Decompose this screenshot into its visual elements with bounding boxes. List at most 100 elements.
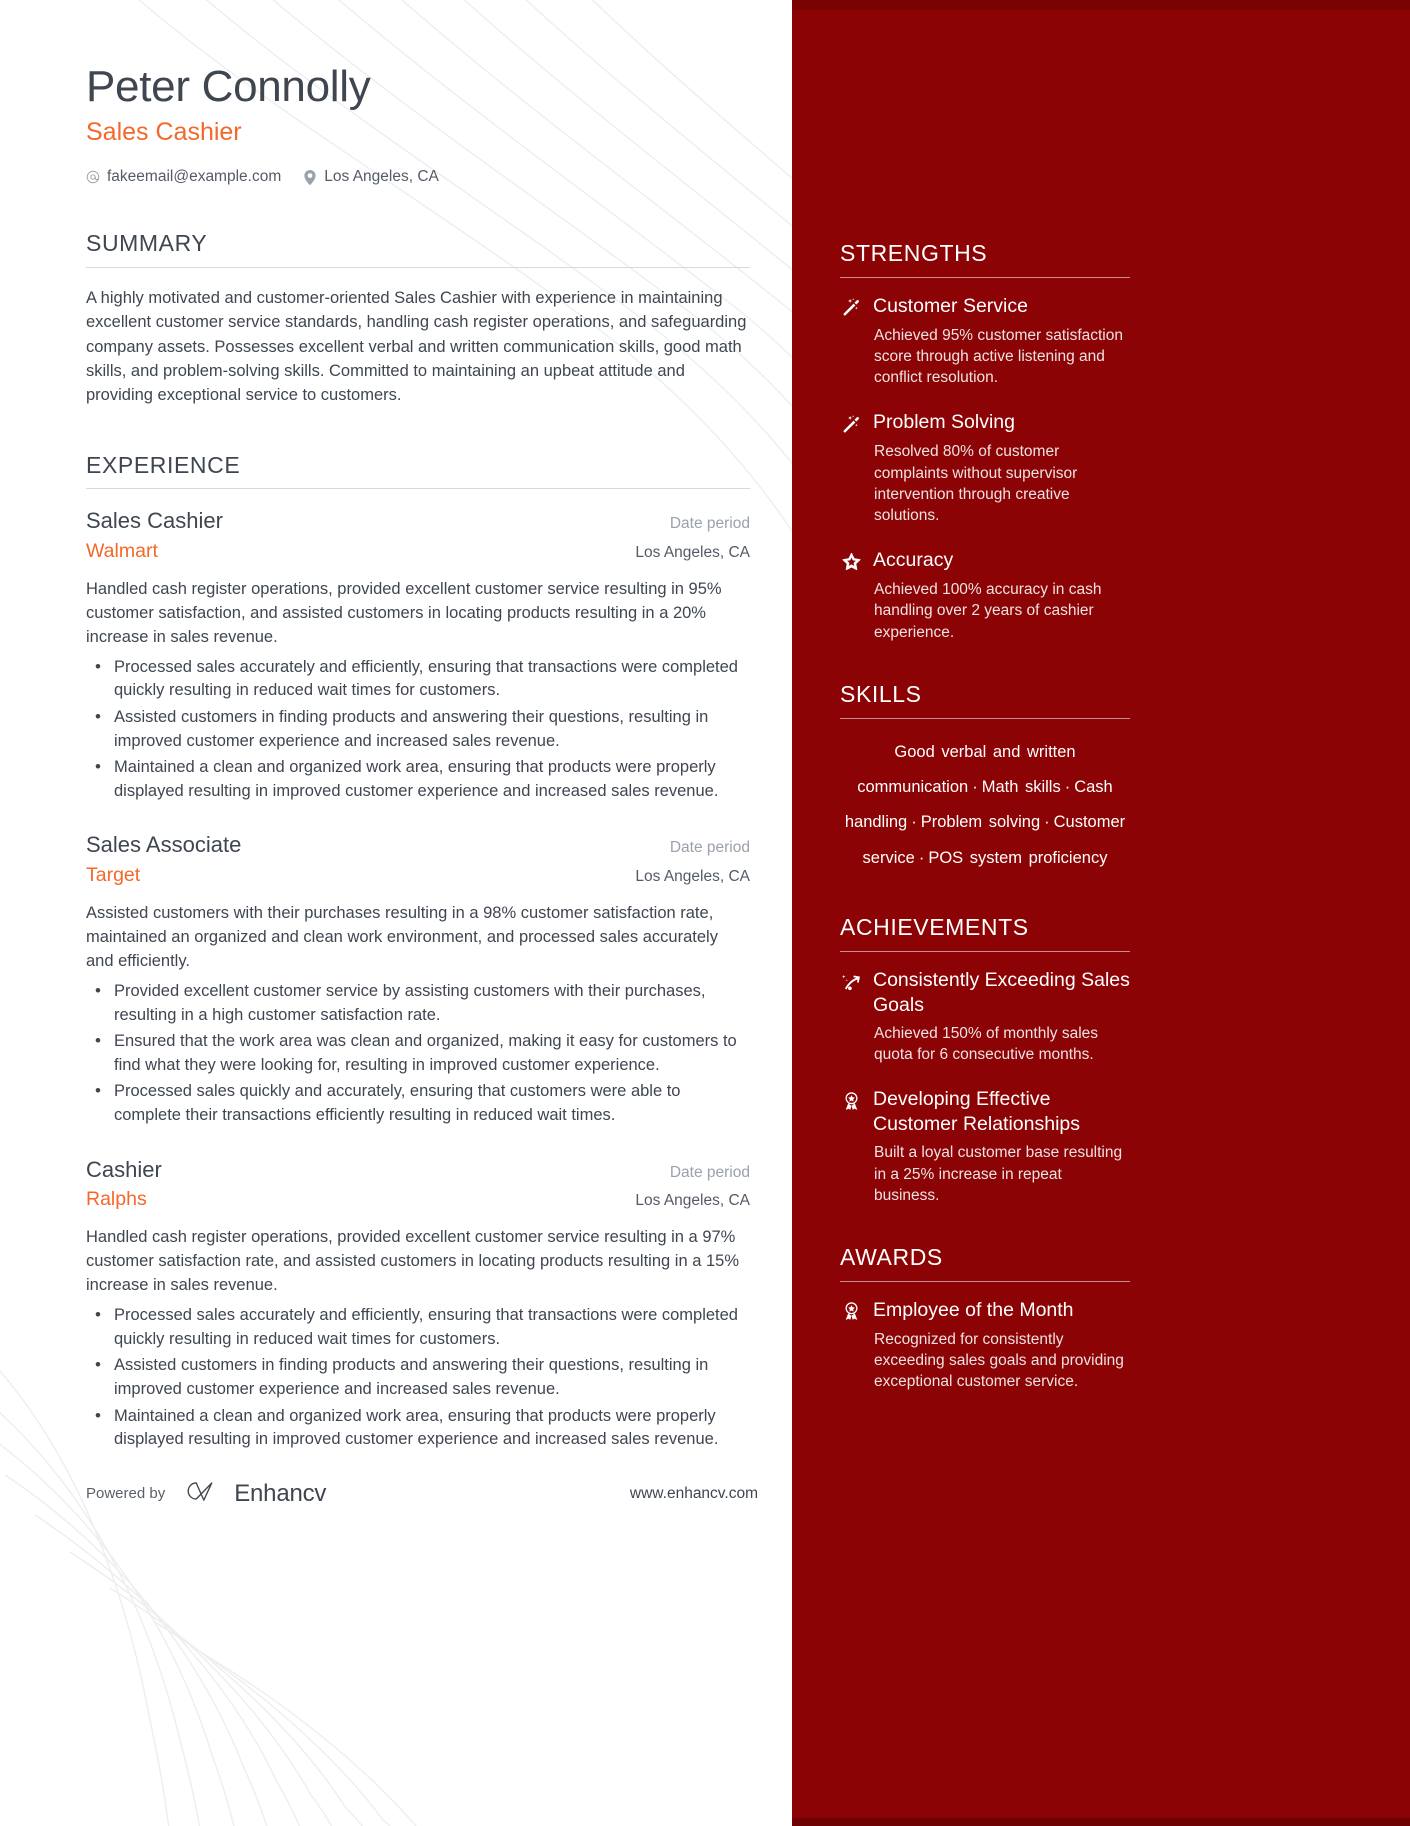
strengths-heading: STRENGTHS	[840, 240, 988, 266]
experience-bullet: Ensured that the work area was clean and…	[95, 1029, 750, 1077]
experience-company[interactable]: Walmart	[86, 539, 158, 564]
skill-separator: ·	[1044, 813, 1050, 832]
magic-wand-icon	[840, 412, 862, 436]
sidebar-entry-description: Built a loyal customer base resulting in…	[874, 1144, 1123, 1204]
experience-heading: EXPERIENCE	[86, 451, 241, 478]
achievements-list: Consistently Exceeding Sales Goals Achiev…	[840, 968, 1130, 1206]
sidebar-entry-header: Problem Solving	[840, 410, 1130, 436]
sidebar-content: STRENGTHS Customer Service Achieved 95% c…	[840, 240, 1130, 1392]
skill-separator: ·	[911, 813, 917, 832]
main-content-column: Peter Connolly Sales Cashier fakeemail@e…	[0, 0, 792, 1826]
section-experience: EXPERIENCE Sales Cashier Date period Walma…	[86, 452, 750, 1452]
sidebar-top-cap	[792, 0, 1410, 10]
resume-page: Peter Connolly Sales Cashier fakeemail@e…	[0, 0, 1410, 1826]
experience-description: Handled cash register operations, provid…	[86, 580, 722, 646]
section-summary: SUMMARY A highly motivated and customer-…	[86, 230, 750, 407]
experience-item: Sales Associate Date period Target Los Ange…	[86, 831, 750, 1127]
sidebar-entry: Customer Service Achieved 95% customer sa…	[840, 294, 1130, 389]
experience-item-subheader: Ralphs Los Angeles, CA	[86, 1187, 750, 1212]
experience-item: Sales Cashier Date period Walmart Los Angel…	[86, 507, 750, 803]
footer-branding: Powered by Enhancv	[86, 1478, 326, 1509]
sidebar-entry-title: Problem Solving	[873, 411, 1015, 434]
experience-role: Cashier	[86, 1156, 162, 1182]
awards-heading: AWARDS	[840, 1243, 943, 1270]
skill-separator: ·	[918, 848, 925, 867]
experience-company[interactable]: Ralphs	[86, 1187, 147, 1212]
sidebar-entry-title: Developing Effective Customer Relationsh…	[873, 1088, 1081, 1136]
experience-location: Los Angeles, CA	[635, 543, 750, 561]
contact-location: Los Angeles, CA	[303, 168, 439, 186]
sidebar-entry-header: Customer Service	[840, 294, 1130, 320]
strengths-list: Customer Service Achieved 95% customer sa…	[840, 294, 1130, 643]
experience-bullet: Provided excellent customer service by a…	[95, 979, 750, 1027]
award-medal-icon	[840, 1300, 862, 1324]
at-icon	[86, 170, 100, 185]
sidebar-entry-header: Consistently Exceeding Sales Goals	[840, 968, 1130, 1018]
experience-date: Date period	[669, 839, 750, 857]
skill-item: Math skills	[981, 778, 1061, 796]
experience-bullet-list: Provided excellent customer service by a…	[86, 979, 750, 1128]
achievements-heading: ACHIEVEMENTS	[840, 914, 1029, 941]
sidebar-entry-description: Achieved 150% of monthly sales quota for…	[874, 1024, 1099, 1064]
sidebar-entry-title: Accuracy	[873, 549, 954, 572]
summary-divider	[86, 266, 750, 268]
experience-bullet: Maintained a clean and organized work ar…	[95, 755, 750, 803]
summary-text: A highly motivated and customer-oriented…	[86, 288, 747, 405]
experience-bullet: Assisted customers in finding products a…	[95, 705, 750, 753]
section-awards: AWARDS Employee of the Month Recognized f…	[840, 1244, 1130, 1392]
experience-item-subheader: Target Los Angeles, CA	[86, 863, 750, 888]
skills-list: Good verbal and written communication · Ma…	[840, 735, 1130, 877]
experience-item: Cashier Date period Ralphs Los Angeles, CA H…	[86, 1156, 750, 1452]
enhancv-logo[interactable]: Enhancv	[183, 1478, 326, 1509]
experience-description: Assisted customers with their purchases …	[86, 904, 718, 971]
experience-location: Los Angeles, CA	[635, 867, 750, 885]
experience-bullet-list: Processed sales accurately and efficient…	[86, 1303, 750, 1452]
sidebar-entry-title: Consistently Exceeding Sales Goals	[873, 969, 1130, 1016]
contact-email-text: fakeemail@example.com	[107, 168, 282, 186]
magic-wand-icon	[840, 296, 862, 320]
sidebar-bottom-cap	[792, 1818, 1410, 1826]
strengths-divider	[840, 276, 1130, 278]
sidebar-entry-description: Resolved 80% of customer complaints with…	[874, 443, 1078, 524]
awards-list: Employee of the Month Recognized for cons…	[840, 1298, 1130, 1393]
experience-bullet: Assisted customers in finding products a…	[95, 1353, 750, 1401]
experience-location: Los Angeles, CA	[635, 1192, 750, 1210]
section-achievements: ACHIEVEMENTS Consistently Exceeding Sale…	[840, 914, 1130, 1206]
sidebar-entry: Developing Effective Customer Relationsh…	[840, 1087, 1130, 1206]
sidebar-entry: Consistently Exceeding Sales Goals Achiev…	[840, 968, 1130, 1065]
sidebar-entry-description: Recognized for consistently exceeding sa…	[874, 1330, 1124, 1391]
skill-item: POS system proficiency	[928, 848, 1108, 867]
experience-item-header: Sales Associate Date period	[86, 831, 750, 859]
experience-role: Sales Cashier	[86, 508, 223, 534]
awards-divider	[840, 1280, 1130, 1282]
enhancv-wordmark: Enhancv	[234, 1479, 327, 1507]
footer-url[interactable]: www.enhancv.com	[630, 1485, 758, 1503]
experience-item-header: Cashier Date period	[86, 1156, 750, 1184]
section-skills: SKILLS Good verbal and written communica…	[840, 681, 1130, 876]
sidebar-entry-header: Employee of the Month	[840, 1298, 1130, 1324]
sidebar-entry: Problem Solving Resolved 80% of customer …	[840, 410, 1130, 526]
experience-bullet: Processed sales quickly and accurately, …	[95, 1079, 750, 1127]
award-medal-icon	[840, 1089, 862, 1113]
sidebar-entry: Employee of the Month Recognized for cons…	[840, 1298, 1130, 1393]
experience-date: Date period	[669, 515, 750, 533]
sidebar-entry-description: Achieved 100% accuracy in cash handling …	[874, 581, 1102, 641]
sidebar-entry: Accuracy Achieved 100% accuracy in cash h…	[840, 548, 1130, 643]
powered-by-label: Powered by	[86, 1485, 166, 1502]
experience-company[interactable]: Target	[86, 863, 140, 888]
experience-bullet-list: Processed sales accurately and efficient…	[86, 655, 750, 804]
page-title: Peter Connolly	[86, 62, 371, 111]
experience-item-header: Sales Cashier Date period	[86, 507, 750, 535]
star-icon	[840, 550, 862, 574]
sidebar-entry-header: Developing Effective Customer Relationsh…	[840, 1087, 1130, 1137]
experience-description: Handled cash register operations, provid…	[86, 1228, 739, 1295]
contact-email[interactable]: fakeemail@example.com	[86, 168, 281, 186]
experience-bullet: Maintained a clean and organized work ar…	[95, 1403, 750, 1452]
skills-divider	[840, 717, 1130, 719]
sidebar-entry-title: Employee of the Month	[873, 1298, 1074, 1321]
achievements-divider	[840, 951, 1130, 952]
experience-date: Date period	[669, 1163, 750, 1181]
job-title: Sales Cashier	[86, 118, 242, 147]
contact-row: fakeemail@example.com Los Angeles, CA	[86, 168, 750, 186]
trending-up-icon	[840, 970, 862, 994]
